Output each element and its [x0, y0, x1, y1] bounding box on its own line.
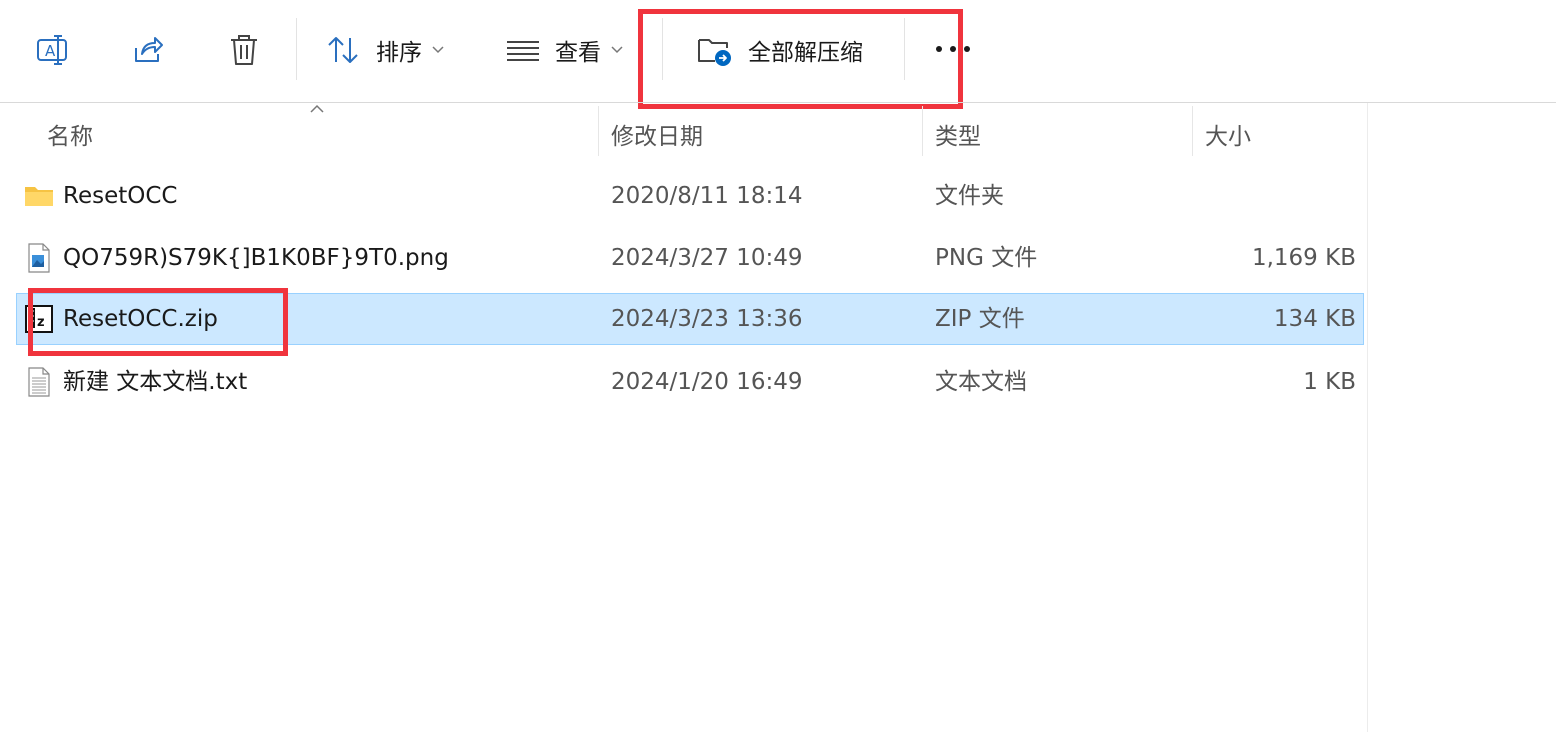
- file-modified: 2020/8/11 18:14: [611, 183, 803, 209]
- more-dots-icon[interactable]: [936, 45, 970, 53]
- file-modified: 2024/1/20 16:49: [611, 369, 803, 395]
- share-button[interactable]: [122, 24, 174, 76]
- rename-icon: A: [37, 35, 67, 65]
- rename-button[interactable]: A: [26, 24, 78, 76]
- file-modified: 2024/3/23 13:36: [611, 306, 803, 332]
- sort-arrows-icon: [328, 37, 358, 63]
- file-type: PNG 文件: [935, 245, 1038, 271]
- sort-label: 排序: [376, 40, 422, 66]
- chevron-down-icon: [432, 46, 444, 54]
- file-type: 文本文档: [935, 369, 1027, 395]
- svg-text:z: z: [37, 315, 45, 330]
- extract-folder-icon: [698, 39, 731, 66]
- delete-button[interactable]: [218, 24, 270, 76]
- view-label: 查看: [555, 40, 601, 66]
- file-modified: 2024/3/27 10:49: [611, 245, 803, 271]
- folder-icon: [25, 187, 53, 206]
- share-icon: [135, 37, 163, 62]
- column-header: 名称 修改日期 类型 大小: [0, 103, 1368, 157]
- file-size: 1,169 KB: [1251, 245, 1356, 271]
- column-separator[interactable]: [1192, 106, 1193, 156]
- view-right-edge: [1367, 103, 1368, 732]
- file-row[interactable]: QO759R)S79K{]B1K0BF}9T0.png 2024/3/27 10…: [16, 232, 1364, 284]
- file-explorer: A 排序 查看 全部解压缩 名称 修改日期 类型 大小 ResetOCC 202…: [0, 0, 1556, 732]
- file-name: QO759R)S79K{]B1K0BF}9T0.png: [63, 245, 449, 271]
- file-type: ZIP 文件: [935, 306, 1025, 332]
- file-row[interactable]: 新建 文本文档.txt 2024/1/20 16:49 文本文档 1 KB: [16, 356, 1364, 408]
- chevron-down-icon: [611, 46, 623, 54]
- toolbar-separator: [904, 18, 905, 80]
- extract-all-label: 全部解压缩: [748, 40, 863, 66]
- column-name[interactable]: 名称: [47, 117, 93, 151]
- trash-icon: [231, 35, 257, 65]
- file-name: 新建 文本文档.txt: [63, 369, 248, 395]
- column-size[interactable]: 大小: [1205, 117, 1251, 151]
- column-modified[interactable]: 修改日期: [611, 117, 703, 151]
- file-name: ResetOCC: [63, 183, 178, 209]
- file-size: 134 KB: [1273, 306, 1356, 332]
- column-type[interactable]: 类型: [935, 117, 981, 151]
- view-list-icon: [507, 41, 539, 61]
- column-separator[interactable]: [922, 106, 923, 156]
- image-file-icon: [28, 243, 50, 273]
- file-type: 文件夹: [935, 183, 1004, 209]
- extract-all-button[interactable]: 全部解压缩: [696, 24, 886, 76]
- toolbar-separator: [662, 18, 663, 80]
- column-separator[interactable]: [598, 106, 599, 156]
- command-bar: A 排序 查看 全部解压缩: [0, 0, 1556, 102]
- zip-file-icon: z: [25, 305, 53, 333]
- file-name: ResetOCC.zip: [63, 306, 218, 332]
- file-size: 1 KB: [1303, 369, 1356, 395]
- file-row[interactable]: ResetOCC 2020/8/11 18:14 文件夹: [16, 170, 1364, 222]
- text-file-icon: [28, 367, 50, 397]
- toolbar-separator: [296, 18, 297, 80]
- sort-button[interactable]: 排序: [326, 24, 456, 76]
- svg-text:A: A: [45, 42, 56, 60]
- view-button[interactable]: 查看: [506, 24, 636, 76]
- file-row-selected[interactable]: z ResetOCC.zip 2024/3/23 13:36 ZIP 文件 13…: [16, 293, 1364, 345]
